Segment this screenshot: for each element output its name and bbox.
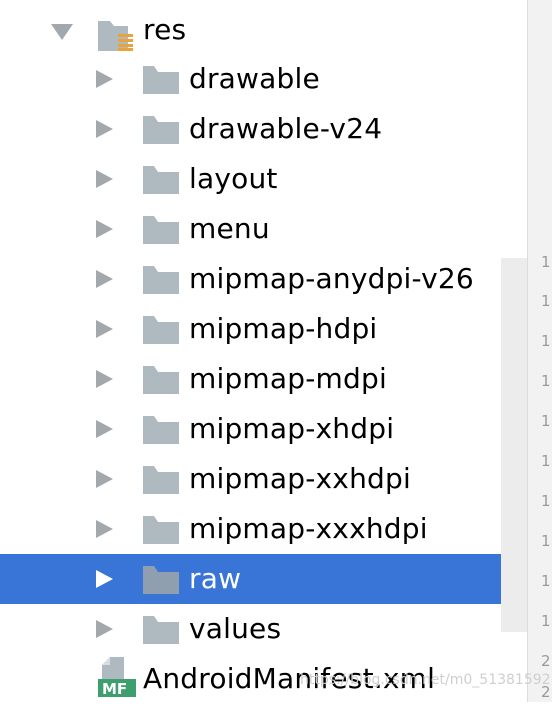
- folder-icon: [143, 116, 179, 144]
- collapse-arrow-icon[interactable]: [96, 170, 113, 188]
- folder-icon: [143, 66, 179, 94]
- folder-icon: [143, 566, 179, 594]
- folder-icon: [143, 216, 179, 244]
- folder-icon: [143, 316, 179, 344]
- tree-row-values[interactable]: values: [0, 604, 527, 654]
- resource-folder-icon: [98, 21, 133, 51]
- line-number: 1: [541, 492, 551, 510]
- tree-row-label: raw: [189, 562, 242, 595]
- tree-row-mipmap-xxxhdpi[interactable]: mipmap-xxxhdpi: [0, 504, 527, 554]
- collapse-arrow-icon[interactable]: [96, 70, 113, 88]
- collapse-arrow-icon[interactable]: [96, 420, 113, 438]
- tree-row-layout[interactable]: layout: [0, 154, 527, 204]
- collapse-arrow-icon[interactable]: [96, 220, 113, 238]
- tree-row-label: res: [143, 13, 187, 46]
- folder-icon: [143, 516, 179, 544]
- tree-row-label: layout: [189, 162, 278, 195]
- folder-icon: [143, 366, 179, 394]
- collapse-arrow-icon[interactable]: [96, 370, 113, 388]
- manifest-badge: MF: [102, 680, 127, 697]
- tree-row-mipmap-hdpi[interactable]: mipmap-hdpi: [0, 304, 527, 354]
- tree-row-label: menu: [189, 212, 270, 245]
- expand-arrow-icon[interactable]: [51, 24, 73, 40]
- line-number: 1: [541, 572, 551, 590]
- collapse-arrow-icon[interactable]: [96, 520, 113, 538]
- line-number: 1: [541, 332, 551, 350]
- tree-row-label: values: [189, 612, 282, 645]
- tree-row-label: drawable: [189, 62, 320, 95]
- manifest-file-icon: MF: [98, 657, 136, 697]
- line-number: 1: [541, 452, 551, 470]
- tree-row-label: mipmap-anydpi-v26: [189, 262, 474, 295]
- line-number: 1: [541, 372, 551, 390]
- tree-row-mipmap-xhdpi[interactable]: mipmap-xhdpi: [0, 404, 527, 454]
- collapse-arrow-icon[interactable]: [96, 620, 113, 638]
- collapse-arrow-icon[interactable]: [96, 570, 113, 588]
- tree-row-label: mipmap-mdpi: [189, 362, 387, 395]
- folder-icon: [143, 616, 179, 644]
- line-number: 1: [541, 612, 551, 630]
- tree-row-mipmap-mdpi[interactable]: mipmap-mdpi: [0, 354, 527, 404]
- collapse-arrow-icon[interactable]: [96, 320, 113, 338]
- tree-row-mipmap-anydpi-v26[interactable]: mipmap-anydpi-v26: [0, 254, 527, 304]
- line-number: 1: [541, 412, 551, 430]
- tree-row-res[interactable]: res: [0, 5, 527, 55]
- editor-gutter: 1 1 1 1 1 1 1 1 1 1 2 2: [528, 0, 552, 702]
- tree-row-label: mipmap-xxxhdpi: [189, 512, 428, 545]
- line-number: 1: [541, 253, 551, 271]
- folder-icon: [143, 416, 179, 444]
- folder-icon: [143, 166, 179, 194]
- project-tree: res drawable drawable-v24 layout menu mi…: [0, 0, 527, 702]
- tree-row-label: mipmap-xhdpi: [189, 412, 395, 445]
- line-number: 1: [541, 532, 551, 550]
- scrollbar[interactable]: [501, 258, 527, 632]
- tree-row-label: mipmap-xxhdpi: [189, 462, 411, 495]
- collapse-arrow-icon[interactable]: [96, 270, 113, 288]
- watermark: https://blog.csdn.net/m0_51381592: [300, 672, 551, 688]
- tree-row-raw[interactable]: raw: [0, 554, 527, 604]
- collapse-arrow-icon[interactable]: [96, 120, 113, 138]
- tree-row-label: drawable-v24: [189, 112, 383, 145]
- tree-row-mipmap-xxhdpi[interactable]: mipmap-xxhdpi: [0, 454, 527, 504]
- tree-row-drawable-v24[interactable]: drawable-v24: [0, 104, 527, 154]
- folder-icon: [143, 466, 179, 494]
- tree-row-menu[interactable]: menu: [0, 204, 527, 254]
- tree-row-label: mipmap-hdpi: [189, 312, 378, 345]
- tree-row-drawable[interactable]: drawable: [0, 54, 527, 104]
- line-number: 2: [541, 652, 551, 670]
- folder-icon: [143, 266, 179, 294]
- collapse-arrow-icon[interactable]: [96, 470, 113, 488]
- line-number: 1: [541, 292, 551, 310]
